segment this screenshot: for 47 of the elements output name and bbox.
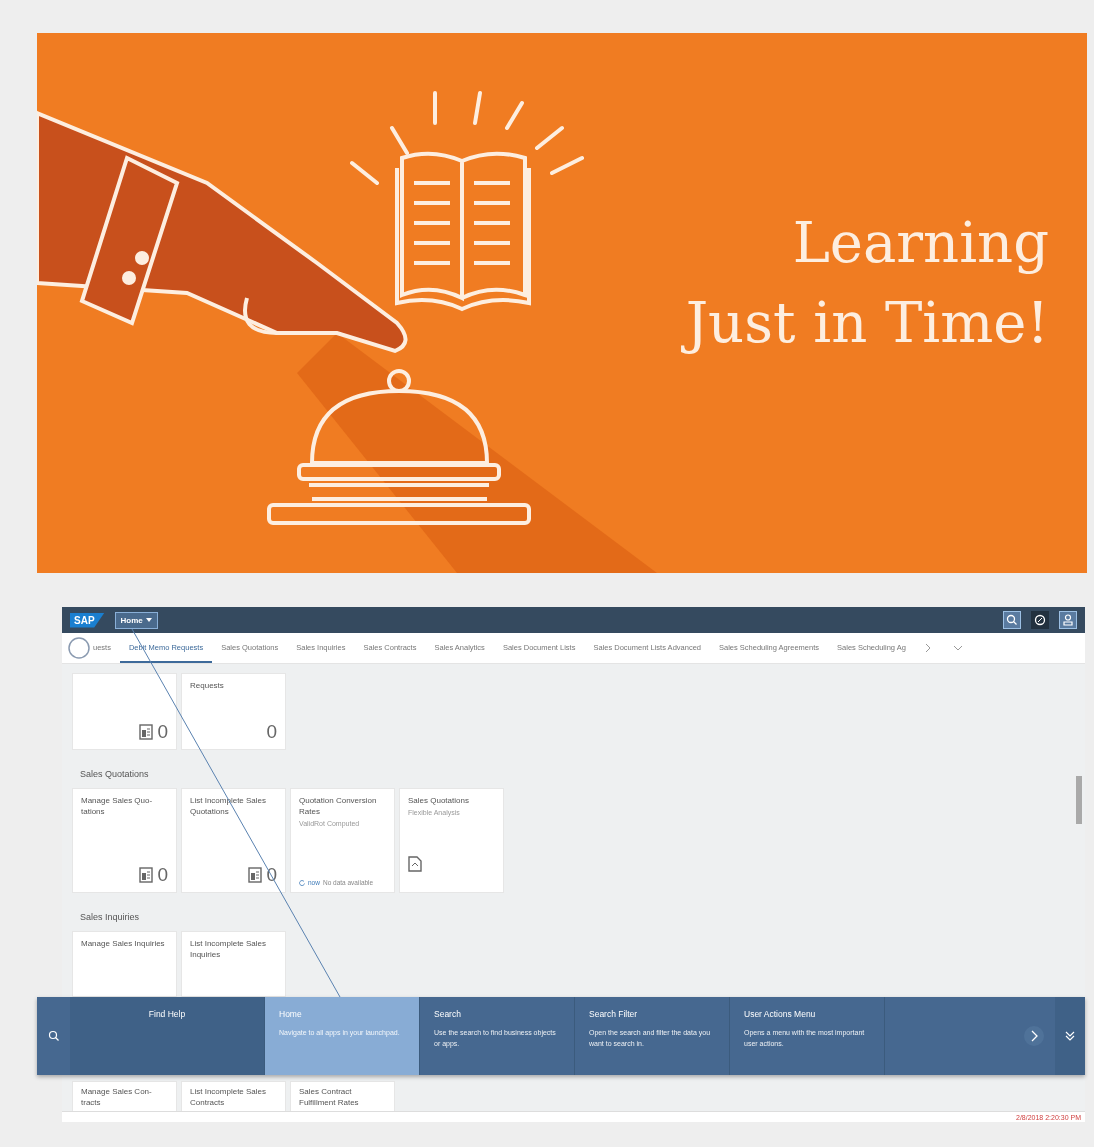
refresh-icon	[299, 879, 305, 886]
document-icon	[248, 867, 263, 883]
help-item-title: Home	[279, 1009, 303, 1019]
caret-icon	[145, 618, 152, 622]
tile-title: Sales Quotations	[408, 795, 470, 806]
document-icon	[139, 724, 154, 740]
tile-title: Requests	[190, 680, 225, 691]
home-menu-button[interactable]: Home	[114, 611, 158, 629]
search-icon[interactable]	[1003, 611, 1021, 629]
tile-count: 0	[157, 864, 168, 886]
tile-title: List Incomplete Sales Quotations	[190, 795, 268, 817]
next-button-icon[interactable]	[1023, 1025, 1045, 1047]
help-item[interactable]: Find Help	[70, 997, 265, 1075]
app-tile[interactable]: Sales Contract Fulfillment Rates	[290, 1081, 395, 1111]
tile-count: 0	[157, 721, 168, 743]
app-tile[interactable]: Manage Sales Inquiries	[72, 931, 177, 997]
app-tile[interactable]: List Incomplete Sales Contracts	[181, 1081, 286, 1111]
app-tile[interactable]: Manage Sales Quo-tations 0	[72, 788, 177, 893]
app-tile[interactable]: Requests 0	[181, 673, 286, 750]
help-item-title: User Actions Menu	[744, 1009, 817, 1019]
tile-title: Quotation Conversion Rates	[299, 795, 378, 817]
app-tile[interactable]: List Incomplete Sales Inquiries	[181, 931, 286, 997]
scrollbar-thumb[interactable]	[1076, 776, 1082, 824]
help-item-title: Search Filter	[589, 1009, 639, 1019]
tile-title: Manage Sales Inquiries	[81, 938, 166, 949]
group-heading: Sales Inquiries	[79, 911, 141, 924]
app-tile[interactable]: 0	[72, 673, 177, 750]
chevron-down-icon[interactable]	[952, 643, 963, 653]
tile-title: List Incomplete Sales Inquiries	[190, 938, 268, 960]
loading-spinner-icon	[68, 637, 90, 659]
tile-title: Manage Sales Quo-tations	[81, 795, 154, 817]
group-heading: Sales Quotations	[79, 768, 150, 781]
sap-logo: SAP	[70, 612, 105, 628]
tile-title: List Incomplete Sales Contracts	[190, 1086, 268, 1108]
double-chevron-down-icon[interactable]	[1064, 1030, 1076, 1042]
help-icon[interactable]	[1031, 611, 1049, 629]
analysis-document-icon	[408, 856, 422, 872]
help-item-title: Search	[434, 1009, 462, 1019]
help-item-title: Find Help	[148, 1009, 186, 1019]
document-icon	[139, 867, 154, 883]
tile-title: Sales Contract Fulfillment Rates	[299, 1086, 360, 1108]
app-tile[interactable]: Manage Sales Con-tracts	[72, 1081, 177, 1111]
banner-title-line: Learning	[792, 209, 1049, 277]
search-icon[interactable]	[47, 1030, 60, 1042]
tile-title: Manage Sales Con-tracts	[81, 1086, 153, 1108]
user-icon[interactable]	[1059, 611, 1077, 629]
tile-count: 0	[266, 721, 277, 743]
